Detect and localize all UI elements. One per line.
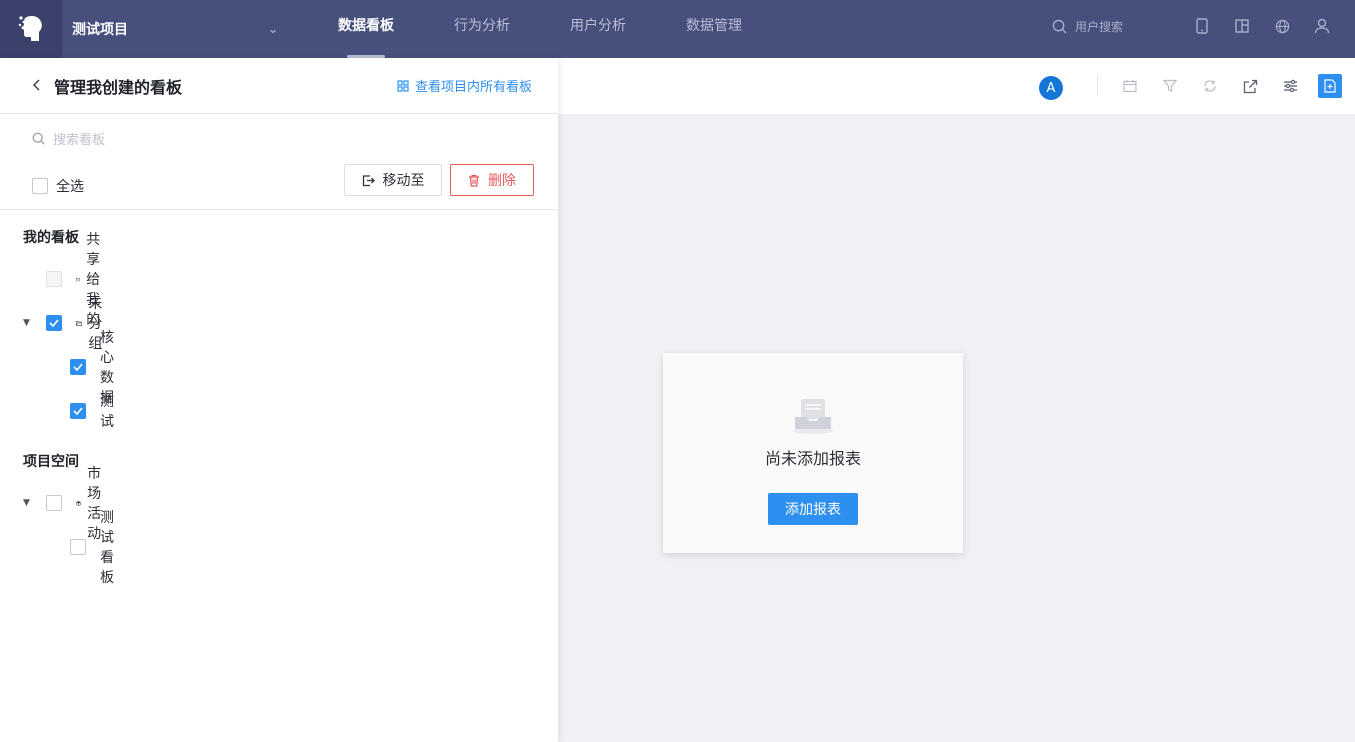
nav-user-analysis[interactable]: 用户分析 xyxy=(540,0,656,58)
folder-open-icon xyxy=(76,320,83,326)
user-search[interactable]: 用户搜索 xyxy=(1052,0,1123,52)
app-logo[interactable] xyxy=(0,0,62,58)
nav-data-management[interactable]: 数据管理 xyxy=(656,0,772,58)
add-report-button[interactable]: 添加报表 xyxy=(768,493,858,525)
main-nav: 数据看板 行为分析 用户分析 数据管理 xyxy=(308,0,772,58)
chevron-down-icon: ⌄ xyxy=(267,22,278,36)
board-search-placeholder: 搜索看板 xyxy=(53,132,106,148)
project-space-heading: 项目空间 xyxy=(23,454,79,470)
ungrouped-checkbox[interactable] xyxy=(46,315,62,331)
refresh-icon[interactable] xyxy=(1198,74,1222,98)
empty-inbox-icon xyxy=(793,399,833,434)
panel-header: 管理我创建的看板 查看项目内所有看板 xyxy=(0,58,558,114)
filter-icon[interactable] xyxy=(1158,74,1182,98)
select-all-checkbox[interactable] xyxy=(32,177,48,194)
bulk-action-row: 全选 移动至 删除 xyxy=(0,162,558,210)
back-arrow-icon[interactable] xyxy=(32,76,42,95)
trash-icon xyxy=(469,174,479,187)
move-to-label: 移动至 xyxy=(382,173,425,189)
settings-sliders-icon[interactable] xyxy=(1278,74,1302,98)
calendar-icon[interactable] xyxy=(1118,74,1142,98)
nav-behavior-analysis[interactable]: 行为分析 xyxy=(424,0,540,58)
search-icon xyxy=(32,132,45,145)
layout-icon[interactable] xyxy=(1222,14,1262,38)
user-icon[interactable] xyxy=(1302,14,1342,38)
brain-logo-icon xyxy=(18,15,42,41)
empty-state-text: 尚未添加报表 xyxy=(764,449,861,468)
folder-icon xyxy=(76,277,81,281)
delete-button[interactable]: 删除 xyxy=(450,164,534,196)
manage-boards-panel: 管理我创建的看板 查看项目内所有看板 搜索看板 全选 移动至 删除 我的看板 共… xyxy=(0,58,558,742)
move-icon xyxy=(362,174,375,186)
user-search-placeholder: 用户搜索 xyxy=(1075,19,1124,34)
top-icon-group xyxy=(1182,14,1342,38)
test-board-label: 测试看板 xyxy=(100,510,114,586)
nav-dashboard[interactable]: 数据看板 xyxy=(308,0,424,58)
dashboard-toolbar xyxy=(558,58,1355,114)
test-label: 测试 xyxy=(100,394,114,430)
panel-title: 管理我创建的看板 xyxy=(54,77,183,97)
project-selector[interactable]: 测试项目 ⌄ xyxy=(72,19,282,39)
shared-checkbox xyxy=(46,271,62,287)
top-navigation-bar: 测试项目 ⌄ 数据看板 行为分析 用户分析 数据管理 用户搜索 xyxy=(0,0,1355,58)
empty-state-card: 尚未添加报表 添加报表 xyxy=(663,353,963,553)
panel-title-group: 管理我创建的看板 xyxy=(32,74,182,98)
core-data-checkbox[interactable] xyxy=(70,359,86,375)
view-all-label: 查看项目内所有看板 xyxy=(414,80,532,95)
grid-icon xyxy=(397,79,409,92)
project-name: 测试项目 xyxy=(72,22,128,38)
caret-down-icon[interactable]: ▼ xyxy=(23,318,30,328)
select-all[interactable]: 全选 xyxy=(32,176,84,196)
search-icon xyxy=(1052,19,1067,34)
test-checkbox[interactable] xyxy=(70,403,86,419)
select-all-label: 全选 xyxy=(56,178,84,195)
delete-label: 删除 xyxy=(488,173,516,189)
my-boards-heading: 我的看板 xyxy=(23,230,79,246)
mobile-icon[interactable] xyxy=(1182,14,1222,38)
export-icon[interactable] xyxy=(1238,74,1262,98)
view-all-boards-link[interactable]: 查看项目内所有看板 xyxy=(397,76,532,95)
globe-icon[interactable] xyxy=(1262,14,1302,38)
cube-icon xyxy=(76,500,81,506)
add-report-icon[interactable] xyxy=(1318,74,1342,98)
toolbar-divider xyxy=(1097,76,1098,96)
avatar[interactable]: A xyxy=(1039,76,1063,100)
market-activity-checkbox[interactable] xyxy=(46,495,62,511)
caret-down-icon[interactable]: ▼ xyxy=(23,498,30,508)
board-search-input[interactable]: 搜索看板 xyxy=(0,114,558,162)
move-to-button[interactable]: 移动至 xyxy=(344,164,442,196)
test-board-checkbox[interactable] xyxy=(70,539,86,555)
